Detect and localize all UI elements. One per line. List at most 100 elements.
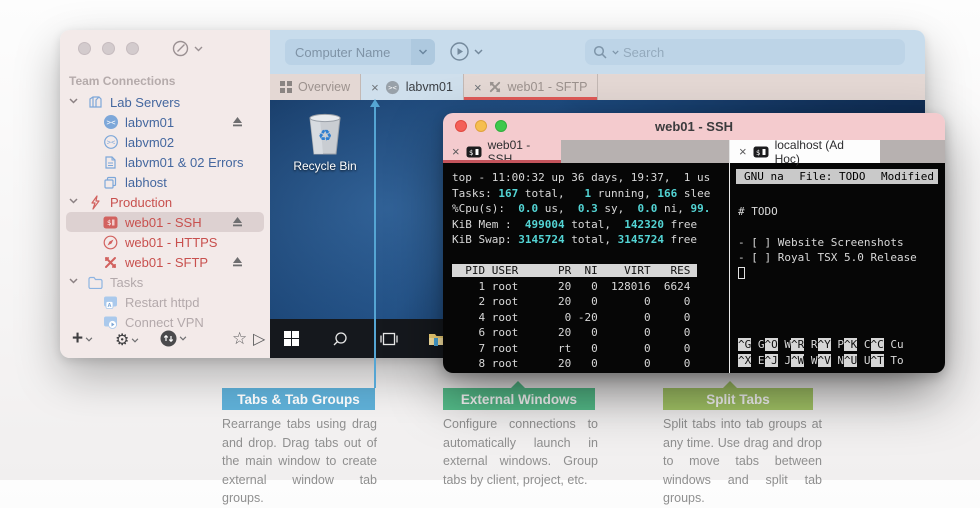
terminal-line: 2 root 20 0 0 0 — [452, 294, 729, 310]
tree-item-labvm02[interactable]: >< labvm02 — [60, 132, 270, 152]
tab-labvm01[interactable]: × >< labvm01 — [361, 74, 464, 100]
taskbar-search-button[interactable] — [327, 326, 353, 352]
terminal-line: 7 root rt 0 0 0 — [452, 341, 729, 357]
close-icon[interactable]: × — [474, 80, 482, 95]
terminal-line: - [ ] Website Screenshots — [738, 235, 944, 251]
remote-screen-icon: >< — [385, 80, 400, 95]
terminal-nano-editor[interactable]: GNU na File: TODO Modified # TODO- [ ] W… — [730, 163, 944, 373]
terminal-line: 4 root 0 -20 0 0 — [452, 310, 729, 326]
tab-web01-sftp[interactable]: × web01 - SFTP — [464, 74, 598, 100]
connect-button[interactable]: ▷ — [253, 329, 265, 349]
zoom-window-button[interactable] — [126, 42, 139, 55]
callout-body-tabs: Rearrange tabs using drag and drop. Drag… — [222, 415, 377, 508]
recycle-bin-icon: ♻ — [303, 110, 347, 156]
minimize-window-button[interactable] — [475, 120, 487, 132]
terminal-top-output[interactable]: top - 11:00:32 up 36 days, 19:37, 1 usTa… — [443, 163, 730, 373]
tree-item-label: labhost — [125, 175, 167, 190]
nano-shortcuts: ^G G^O W^R R^Y P^K C^C Cu^X E^J J^W W^V … — [738, 337, 940, 368]
close-icon[interactable]: × — [371, 80, 379, 95]
file-transfer-icon — [488, 80, 502, 94]
external-window-titlebar[interactable]: web01 - SSH — [443, 113, 945, 140]
external-window: web01 - SSH × $ web01 - SSH × $ localhos… — [443, 113, 945, 373]
recycle-bin[interactable]: ♻ Recycle Bin — [292, 110, 358, 173]
tree-item-labvm-errors[interactable]: labvm01 & 02 Errors — [60, 152, 270, 172]
close-icon[interactable]: × — [452, 144, 460, 159]
svg-text:$: $ — [107, 219, 111, 227]
tree-group-label: Tasks — [110, 275, 143, 290]
tree-group-label: Lab Servers — [110, 95, 180, 110]
callout-body-split-tabs: Split tabs into tab groups at any time. … — [663, 415, 822, 508]
callout-badge-tabs: Tabs & Tab Groups — [222, 388, 375, 410]
terminal-line: 1 root 20 0 128016 6624 — [452, 279, 729, 295]
chevron-down-icon — [411, 39, 435, 65]
nano-buffer[interactable]: # TODO- [ ] Website Screenshots- [ ] Roy… — [738, 188, 944, 281]
compose-icon — [172, 40, 189, 57]
tree-item-web01-https[interactable]: web01 - HTTPS — [60, 232, 270, 252]
tree-item-restart-httpd[interactable]: A Restart httpd — [60, 292, 270, 312]
external-window-tabbar: × $ web01 - SSH × $ localhost (Ad Hoc) — [443, 140, 945, 163]
compass-icon — [102, 234, 119, 251]
svg-text:><: >< — [106, 118, 116, 127]
chevron-down-icon — [85, 337, 93, 342]
star-icon: ☆ — [232, 329, 247, 349]
remote-screen-icon: >< — [102, 114, 119, 131]
recycle-bin-label: Recycle Bin — [292, 159, 358, 173]
tree-item-labhost[interactable]: labhost — [60, 172, 270, 192]
chevron-down-icon — [194, 46, 203, 52]
sidebar-header: Team Connections — [69, 74, 175, 88]
sort-connections-button[interactable] — [160, 330, 187, 347]
terminal-line — [452, 248, 729, 264]
eject-icon[interactable] — [231, 255, 244, 268]
favorites-button[interactable]: ☆ — [232, 329, 247, 349]
tree-group-tasks[interactable]: Tasks — [60, 272, 270, 292]
compose-menu-button[interactable] — [172, 40, 203, 57]
chevron-down-icon — [474, 49, 483, 55]
settings-button[interactable]: ⚙ — [115, 330, 139, 350]
tree-item-web01-sftp[interactable]: web01 - SFTP — [60, 252, 270, 272]
callout-badge-external-windows: External Windows — [443, 388, 595, 410]
window-controls — [78, 42, 139, 55]
tree-item-web01-ssh[interactable]: $ web01 - SSH — [60, 212, 270, 232]
task-view-button[interactable] — [376, 326, 402, 352]
add-connection-button[interactable]: + — [72, 330, 93, 348]
tree-item-labvm01[interactable]: >< labvm01 — [60, 112, 270, 132]
minimize-window-button[interactable] — [102, 42, 115, 55]
chevron-down-icon — [179, 336, 187, 341]
svg-text:$: $ — [756, 148, 760, 156]
document-icon — [102, 154, 119, 171]
tree-item-label: labvm01 & 02 Errors — [125, 155, 244, 170]
start-button[interactable] — [278, 326, 304, 352]
tabs-callout-connector-line — [374, 106, 376, 388]
search-input[interactable] — [623, 45, 897, 60]
zoom-window-button[interactable] — [495, 120, 507, 132]
tab-web01-ssh[interactable]: × $ web01 - SSH — [443, 140, 561, 163]
external-window-title: web01 - SSH — [655, 119, 733, 134]
search-field[interactable] — [585, 39, 905, 65]
terminal-line: PID USER PR NI VIRT RES — [452, 263, 729, 279]
tree-item-label: web01 - SFTP — [125, 255, 208, 270]
callout-title: External Windows — [461, 392, 577, 407]
connect-toolbar-button[interactable] — [450, 42, 483, 61]
file-transfer-icon — [102, 254, 119, 271]
windows-stack-icon — [102, 174, 119, 191]
play-outline-icon: ▷ — [253, 329, 265, 349]
tree-group-lab-servers[interactable]: Lab Servers — [60, 92, 270, 112]
tab-label: Overview — [298, 80, 350, 94]
task-view-icon — [380, 332, 398, 346]
chevron-down-icon — [69, 98, 78, 104]
eject-icon[interactable] — [231, 115, 244, 128]
tab-localhost-adhoc[interactable]: × $ localhost (Ad Hoc) — [730, 140, 880, 163]
close-icon[interactable]: × — [739, 144, 747, 159]
computer-name-dropdown[interactable]: Computer Name — [285, 39, 435, 65]
eject-icon[interactable] — [231, 215, 244, 228]
callout-title: Tabs & Tab Groups — [237, 392, 360, 407]
nano-filename: File: TODO — [784, 169, 881, 185]
tab-label: labvm01 — [406, 80, 453, 94]
close-window-button[interactable] — [455, 120, 467, 132]
terminal-line: KiB Mem : 499004 total, 142320 free — [452, 217, 729, 233]
tab-overview[interactable]: Overview — [270, 74, 361, 100]
svg-text:><: >< — [388, 83, 396, 92]
svg-text:$: $ — [469, 148, 473, 156]
close-window-button[interactable] — [78, 42, 91, 55]
tree-group-production[interactable]: Production — [60, 192, 270, 212]
